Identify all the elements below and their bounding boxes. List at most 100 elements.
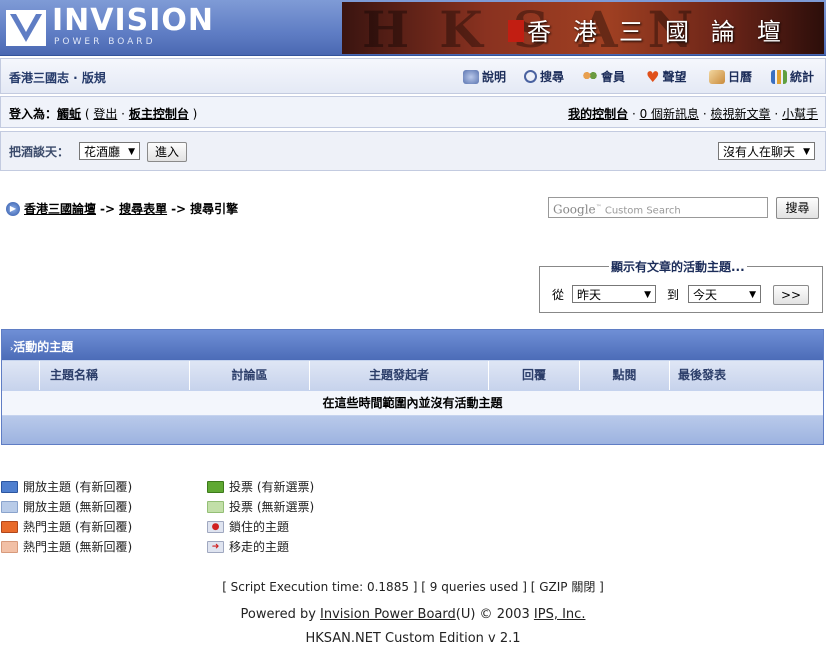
nav-calendar-label: 日曆 <box>728 70 753 84</box>
breadcrumb-search-form-link[interactable]: 搜尋表單 <box>119 200 167 217</box>
legend-label: 熱門主題 (無新回覆) <box>23 540 133 554</box>
nav-calendar[interactable]: 日曆 <box>709 68 752 85</box>
logo-text[interactable]: INVISION <box>52 4 214 38</box>
banner-seal <box>508 20 524 42</box>
calendar-icon <box>709 69 725 84</box>
nav-reputation-label: 聲望 <box>662 70 687 84</box>
to-label: 到 <box>667 288 680 302</box>
open-topic-icon <box>1 500 18 513</box>
legend-item: 開放主題 (有新回覆) <box>1 478 132 495</box>
google-search-input[interactable]: Google™ Custom Search <box>548 197 768 218</box>
nav-help[interactable]: 說明 <box>463 68 506 85</box>
legend-item: 熱門主題 (無新回覆) <box>1 538 132 555</box>
column-forum[interactable]: 討論區 <box>190 361 310 390</box>
nav-search[interactable]: 搜尋 <box>524 68 564 85</box>
chat-label: 把酒談天： <box>9 145 70 159</box>
enter-chat-button[interactable]: 進入 <box>147 142 187 162</box>
modcp-link[interactable]: 板主控制台 <box>129 107 189 121</box>
username-link[interactable]: 觸蚯 <box>57 107 81 121</box>
chat-status-select[interactable]: 沒有人在聊天 ▼ <box>718 142 815 160</box>
legend-label: 熱門主題 (有新回覆) <box>23 520 133 534</box>
legend-item: 熱門主題 (有新回覆) <box>1 518 132 535</box>
view-new-posts-link[interactable]: 檢視新文章 <box>711 107 771 121</box>
empty-message: 在這些時間範圍內並沒有活動主題 <box>2 391 823 415</box>
from-label: 從 <box>552 288 565 302</box>
breadcrumb-forum-link[interactable]: 香港三國論壇 <box>24 200 96 217</box>
heart-icon: ♥ <box>646 67 660 86</box>
legend-label: 投票 (有新選票) <box>229 480 315 494</box>
legend-label: 鎖住的主題 <box>229 520 290 534</box>
chevron-down-icon: ▼ <box>128 147 135 157</box>
go-button[interactable]: >> <box>773 285 809 305</box>
chevron-down-icon: ▼ <box>644 290 651 300</box>
lock-icon: ● <box>207 520 224 533</box>
poll-icon <box>207 500 224 513</box>
open-topic-new-icon <box>1 480 18 493</box>
logo-subtext: POWER BOARD <box>54 37 156 47</box>
stats-icon <box>771 69 787 84</box>
logout-link[interactable]: 登出 <box>93 107 117 121</box>
moved-arrow-icon: ➜ <box>207 540 224 553</box>
search-icon <box>524 70 537 83</box>
new-messages-link[interactable]: 0 個新訊息 <box>640 107 699 121</box>
table-title-text: 活動的主題 <box>13 340 74 354</box>
nav-bar <box>0 58 826 94</box>
helper-link[interactable]: 小幫手 <box>782 107 818 121</box>
user-links: 我的控制台 · 0 個新訊息 · 檢視新文章 · 小幫手 <box>568 107 818 121</box>
hot-topic-new-icon <box>1 520 18 533</box>
my-controls-link[interactable]: 我的控制台 <box>568 107 628 121</box>
invision-logo-icon[interactable] <box>6 10 46 46</box>
login-status: 登入為：觸蚯 ( 登出 · 板主控制台 ) <box>9 107 198 121</box>
login-label: 登入為： <box>9 107 58 121</box>
ips-link[interactable]: IPS, Inc. <box>534 607 586 622</box>
chat-room-select[interactable]: 花酒廳 ▼ <box>79 142 140 160</box>
table-header <box>2 330 823 360</box>
column-starter[interactable]: 主題發起者 <box>310 361 489 390</box>
legend-label: 開放主題 (無新回覆) <box>23 500 133 514</box>
column-last-post[interactable]: 最後發表 <box>670 361 823 390</box>
legend-right: 投票 (有新選票) 投票 (無新選票) ● 鎖住的主題 ➜ 移走的主題 <box>207 478 314 555</box>
google-logo: Google <box>553 202 596 217</box>
nav-members-label: 會員 <box>601 70 626 84</box>
legend-item: 投票 (有新選票) <box>207 478 314 495</box>
legend-left: 開放主題 (有新回覆) 開放主題 (無新回覆) 熱門主題 (有新回覆) 熱門主題… <box>1 478 132 555</box>
column-icon <box>2 361 40 390</box>
breadcrumb-current: 搜尋引擎 <box>190 202 239 216</box>
from-date-select[interactable]: 昨天 ▼ <box>572 285 656 303</box>
search-placeholder: Custom Search <box>604 205 681 217</box>
ipb-link[interactable]: Invision Power Board <box>320 607 456 622</box>
from-date-value: 昨天 <box>577 288 602 302</box>
legend-item: ● 鎖住的主題 <box>207 518 314 535</box>
nav-search-label: 搜尋 <box>540 70 565 84</box>
nav-members[interactable]: 會員 <box>582 68 625 85</box>
nav-stats[interactable]: 統計 <box>771 68 814 85</box>
chat-status-value: 沒有人在聊天 <box>723 145 796 159</box>
breadcrumb-separator: -> <box>171 201 187 216</box>
legend-item: ➜ 移走的主題 <box>207 538 314 555</box>
to-date-value: 今天 <box>693 288 718 302</box>
forum-title[interactable]: 香港三國志 · 版規 <box>9 69 106 86</box>
nav-stats-label: 統計 <box>790 70 815 84</box>
legend-label: 開放主題 (有新回覆) <box>23 480 133 494</box>
breadcrumb: ▶ 香港三國論壇 -> 搜尋表單 -> 搜尋引擎 <box>6 200 238 217</box>
powered-by: Powered by Invision Power Board(U) © 200… <box>0 607 826 622</box>
nav-arrow-icon: ▶ <box>6 201 20 216</box>
chat-room-value: 花酒廳 <box>84 145 121 159</box>
column-views[interactable]: 點閱 <box>580 361 670 390</box>
powered-mid: (U) © 2003 <box>455 607 534 622</box>
poll-new-icon <box>207 480 224 493</box>
to-date-select[interactable]: 今天 ▼ <box>688 285 761 303</box>
hot-topic-icon <box>1 540 18 553</box>
column-topic-name[interactable]: 主題名稱 <box>40 361 190 390</box>
search-button[interactable]: 搜尋 <box>776 197 819 219</box>
legend-item: 投票 (無新選票) <box>207 498 314 515</box>
nav-reputation[interactable]: ♥ 聲望 <box>646 68 686 85</box>
legend-label: 移走的主題 <box>229 540 290 554</box>
edition-text: HKSAN.NET Custom Edition v 2.1 <box>305 631 521 646</box>
banner-image: HKSAN 香港三國論壇 <box>342 2 824 54</box>
column-header-row: 主題名稱 討論區 主題發起者 回覆 點閱 最後發表 <box>2 361 823 390</box>
script-stats: [ Script Execution time: 0.1885 ] [ 9 qu… <box>222 580 604 594</box>
column-replies[interactable]: 回覆 <box>489 361 580 390</box>
table-footer <box>2 416 823 444</box>
nav-help-label: 說明 <box>482 70 507 84</box>
